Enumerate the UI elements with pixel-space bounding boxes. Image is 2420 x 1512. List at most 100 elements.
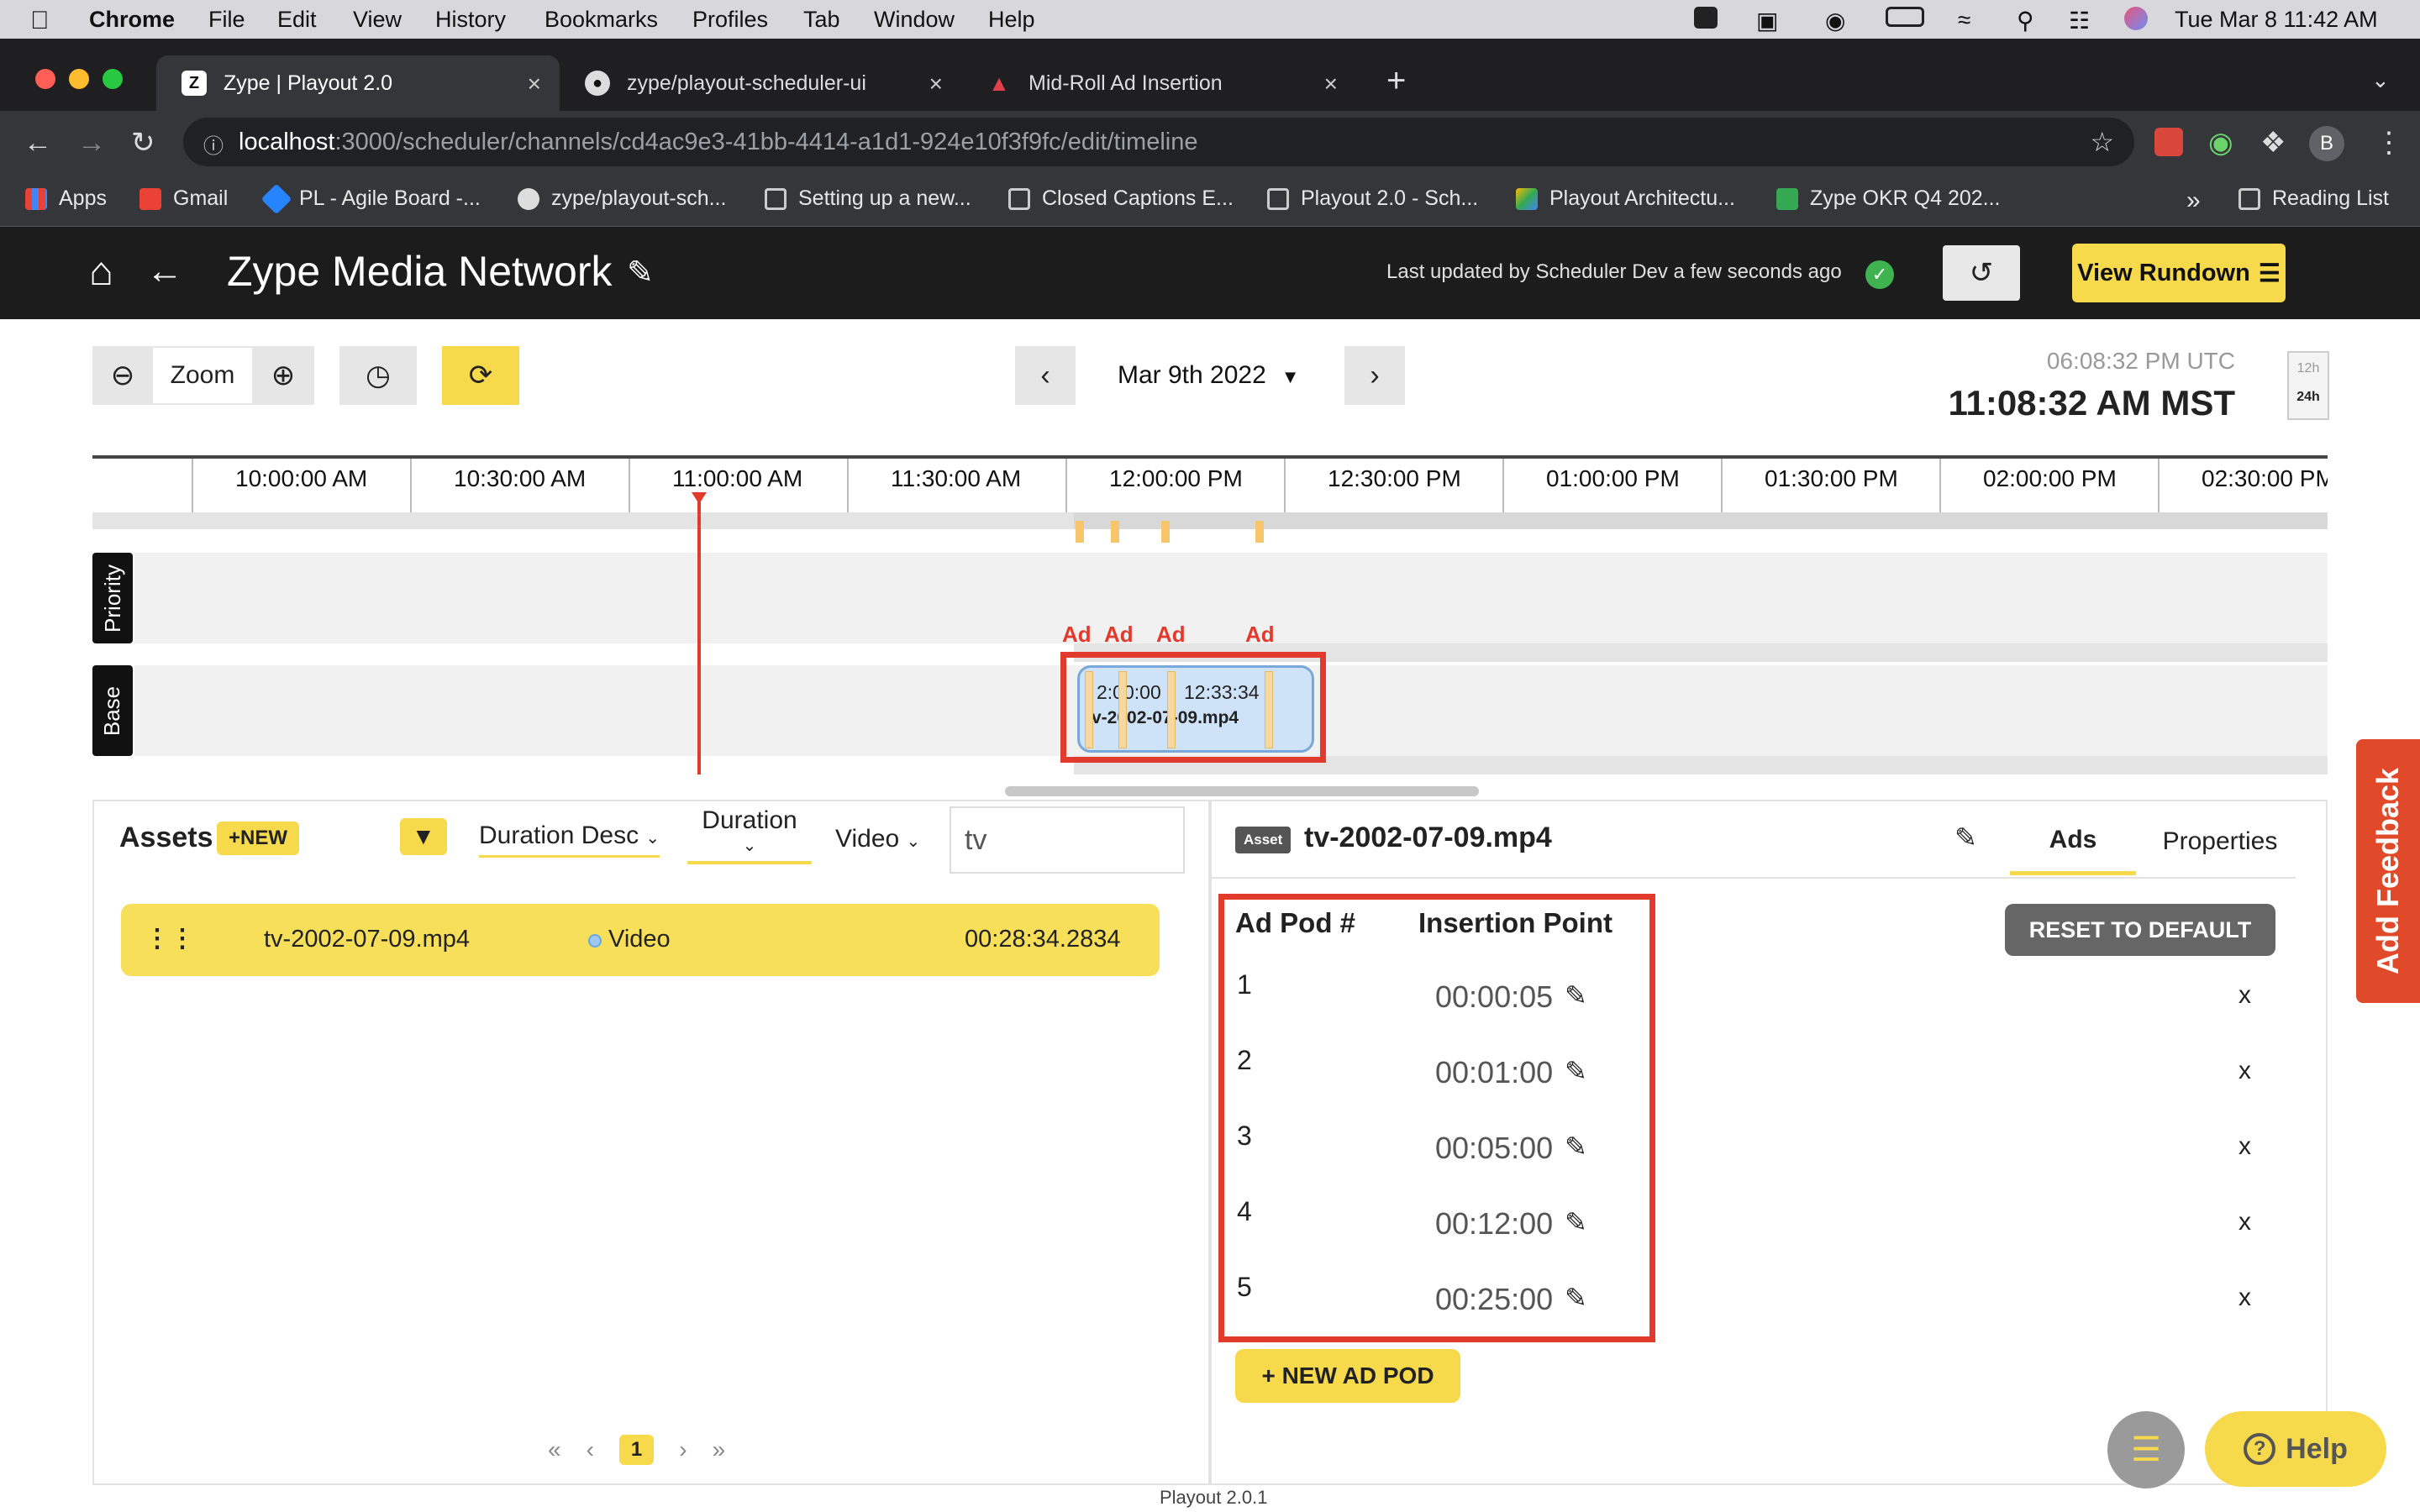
date-selector[interactable]: Mar 9th 2022 ▼ [1118, 361, 1300, 390]
bookmark-github-scheduler[interactable]: zype/playout-sch... [518, 186, 726, 211]
back-arrow-icon[interactable]: ← [146, 250, 183, 292]
edit-asset-pencil-icon[interactable]: ✎ [1954, 822, 1977, 853]
lane-priority[interactable] [134, 553, 2328, 643]
extensions-puzzle-icon[interactable]: ❖ [2260, 124, 2286, 161]
bookmark-okr[interactable]: Zype OKR Q4 202... [1776, 186, 2001, 211]
next-day-button[interactable]: › [1344, 346, 1405, 405]
menu-bookmarks[interactable]: Bookmarks [544, 7, 658, 33]
tab-zype-playout[interactable]: Z Zype | Playout 2.0 × [156, 55, 560, 111]
search-icon[interactable]: ⚲ [2017, 7, 2034, 34]
window-close-button[interactable] [35, 69, 55, 89]
remove-pod-button[interactable]: x [2238, 1208, 2251, 1236]
chrome-menu-icon[interactable]: ⋮ [2375, 124, 2403, 161]
history-button[interactable]: ↺ [1943, 245, 2020, 301]
playhead-line[interactable] [697, 492, 701, 774]
remove-pod-button[interactable]: x [2238, 1057, 2251, 1085]
stack-icon[interactable]: ☰ [2107, 1411, 2185, 1488]
bookmark-apps[interactable]: Apps [25, 186, 107, 211]
zoom-in-button[interactable]: ⊕ [252, 346, 314, 405]
new-asset-button[interactable]: +NEW [217, 822, 300, 855]
back-arrow-icon[interactable]: ← [24, 124, 52, 161]
camera-icon[interactable] [1694, 7, 1718, 29]
add-feedback-tab[interactable]: Add Feedback [2356, 739, 2420, 1003]
reload-icon[interactable]: ↻ [131, 124, 155, 161]
menu-history[interactable]: History [435, 7, 506, 33]
home-icon[interactable]: ⌂ [89, 249, 113, 295]
asset-search-input[interactable] [950, 806, 1185, 874]
window-zoom-button[interactable] [103, 69, 123, 89]
tab-github[interactable]: ● zype/playout-scheduler-ui × [560, 55, 961, 111]
battery-icon[interactable] [1886, 7, 1924, 27]
tab-mid-roll[interactable]: ▲ Mid-Roll Ad Insertion × [961, 55, 1356, 111]
prev-page-icon[interactable]: ‹ [587, 1436, 594, 1463]
close-icon[interactable]: × [1324, 71, 1338, 97]
timeline-scrollbar[interactable] [1005, 786, 1479, 796]
url-path: :3000/scheduler/channels/cd4ac9e3-41bb-4… [334, 128, 1198, 155]
bookmark-agile-board[interactable]: PL - Agile Board -... [260, 183, 481, 214]
tab-ads[interactable]: Ads [2010, 808, 2136, 875]
view-rundown-button[interactable]: View Rundown ☰ [2072, 244, 2286, 302]
follow-playhead-button[interactable]: ⟳ [442, 346, 519, 405]
menu-view[interactable]: View [353, 7, 402, 33]
bookmark-setting-up[interactable]: Setting up a new... [765, 186, 971, 211]
window-minimize-button[interactable] [69, 69, 89, 89]
siri-icon[interactable] [2124, 7, 2148, 30]
previous-day-button[interactable]: ‹ [1015, 346, 1076, 405]
range-12h[interactable]: 12h [2289, 353, 2328, 376]
remove-pod-button[interactable]: x [2238, 1284, 2251, 1312]
menu-tab[interactable]: Tab [803, 7, 840, 33]
help-button[interactable]: ? Help [2205, 1411, 2386, 1487]
first-page-icon[interactable]: « [548, 1436, 561, 1463]
bookmark-gmail[interactable]: Gmail [139, 186, 228, 211]
tab-properties[interactable]: Properties [2144, 808, 2296, 875]
app-header: ⌂ ← Zype Media Network ✎ Last updated by… [0, 227, 2420, 319]
extension-green-icon[interactable]: ◉ [2208, 124, 2233, 161]
filter-icon[interactable]: ▼ [400, 818, 447, 855]
apple-icon[interactable]:  [30, 7, 50, 35]
range-24h[interactable]: 24h [2289, 376, 2328, 405]
menu-profiles[interactable]: Profiles [692, 7, 768, 33]
menubar-clock[interactable]: Tue Mar 8 11:42 AM [2175, 7, 2378, 33]
new-ad-pod-button[interactable]: + NEW AD POD [1235, 1349, 1460, 1403]
close-icon[interactable]: × [929, 71, 943, 97]
menu-help[interactable]: Help [988, 7, 1035, 33]
site-info-icon[interactable]: ⓘ [203, 129, 224, 159]
last-page-icon[interactable]: » [713, 1436, 726, 1463]
reading-list[interactable]: Reading List [2238, 186, 2389, 211]
menu-app-name[interactable]: Chrome [89, 7, 175, 33]
remove-pod-button[interactable]: x [2238, 1132, 2251, 1161]
playhead-marker[interactable] [692, 492, 707, 504]
control-center-icon[interactable]: ☷ [2069, 7, 2090, 34]
menu-file[interactable]: File [208, 7, 245, 33]
address-bar[interactable]: ⓘ localhost:3000/scheduler/channels/cd4a… [183, 118, 2134, 166]
bookmark-star-icon[interactable]: ☆ [2090, 126, 2114, 158]
duration-filter[interactable]: Duration ⌄ [687, 806, 812, 864]
remove-pod-button[interactable]: x [2238, 981, 2251, 1010]
extension-status-icon[interactable]: ◉ [1825, 7, 1845, 34]
asset-row[interactable]: ⋮⋮ tv-2002-07-09.mp4 Video 00:28:34.2834 [121, 904, 1160, 976]
now-clock-button[interactable]: ◷ [339, 346, 417, 405]
bookmarks-overflow[interactable]: » [2186, 186, 2201, 215]
wifi-icon[interactable]: ≈ [1958, 7, 1970, 34]
tab-search-chevron-icon[interactable]: ⌄ [2371, 67, 2390, 93]
docker-icon[interactable]: ▣ [1756, 7, 1778, 34]
bookmark-playout-architecture[interactable]: Playout Architectu... [1516, 186, 1735, 211]
forward-arrow-icon[interactable]: → [77, 124, 106, 161]
profile-avatar[interactable]: B [2309, 126, 2344, 161]
sort-dropdown[interactable]: Duration Desc ⌄ [479, 822, 660, 858]
next-page-icon[interactable]: › [679, 1436, 687, 1463]
menu-edit[interactable]: Edit [277, 7, 317, 33]
zoom-out-button[interactable]: ⊖ [92, 346, 153, 405]
close-icon[interactable]: × [528, 71, 541, 97]
menu-window[interactable]: Window [874, 7, 955, 33]
bookmark-label: Zype OKR Q4 202... [1810, 186, 2001, 210]
extension-red-icon[interactable] [2154, 128, 2183, 156]
drag-handle-icon[interactable]: ⋮⋮ [145, 924, 195, 953]
page-number[interactable]: 1 [618, 1435, 655, 1465]
edit-title-pencil-icon[interactable]: ✎ [627, 254, 654, 291]
type-filter[interactable]: Video ⌄ [835, 825, 920, 853]
reset-to-default-button[interactable]: RESET TO DEFAULT [2005, 904, 2275, 956]
bookmark-closed-captions[interactable]: Closed Captions E... [1008, 186, 1234, 211]
new-tab-button[interactable]: + [1386, 62, 1406, 100]
bookmark-playout-sch[interactable]: Playout 2.0 - Sch... [1267, 186, 1478, 211]
